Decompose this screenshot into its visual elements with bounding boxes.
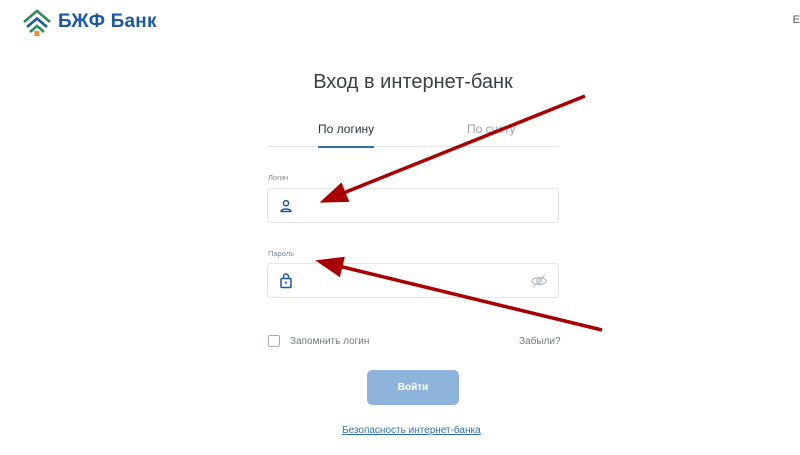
login-button[interactable]: Войти (367, 370, 459, 405)
page-title: Вход в интернет-банк (313, 71, 513, 93)
lock-icon (280, 273, 292, 289)
password-label: Пароль (268, 249, 295, 258)
language-switch[interactable]: E (793, 14, 800, 26)
login-field[interactable] (267, 188, 559, 223)
remember-login-checkbox[interactable] (268, 335, 280, 347)
remember-login-label: Запомнить логин (290, 335, 370, 347)
eye-off-icon[interactable] (530, 273, 548, 289)
logo-roof-icon (23, 9, 51, 36)
arrow-to-login (319, 94, 586, 203)
tab-by-login[interactable]: По логину (318, 122, 375, 148)
password-input[interactable] (302, 270, 522, 292)
password-field[interactable] (267, 263, 559, 298)
security-link[interactable]: Безопасность интернет-банка (342, 425, 481, 436)
remember-login[interactable]: Запомнить логин (268, 335, 369, 347)
bank-logo[interactable]: БЖФ Банк (22, 8, 157, 36)
login-label: Логин (268, 173, 289, 182)
forgot-link[interactable]: Забыли? (519, 336, 561, 347)
login-method-tabs: По логину По счету (268, 122, 559, 148)
tab-by-account[interactable]: По счету (467, 122, 516, 147)
login-input[interactable] (302, 195, 522, 217)
logo-text: БЖФ Банк (58, 11, 157, 32)
user-icon (280, 199, 292, 213)
